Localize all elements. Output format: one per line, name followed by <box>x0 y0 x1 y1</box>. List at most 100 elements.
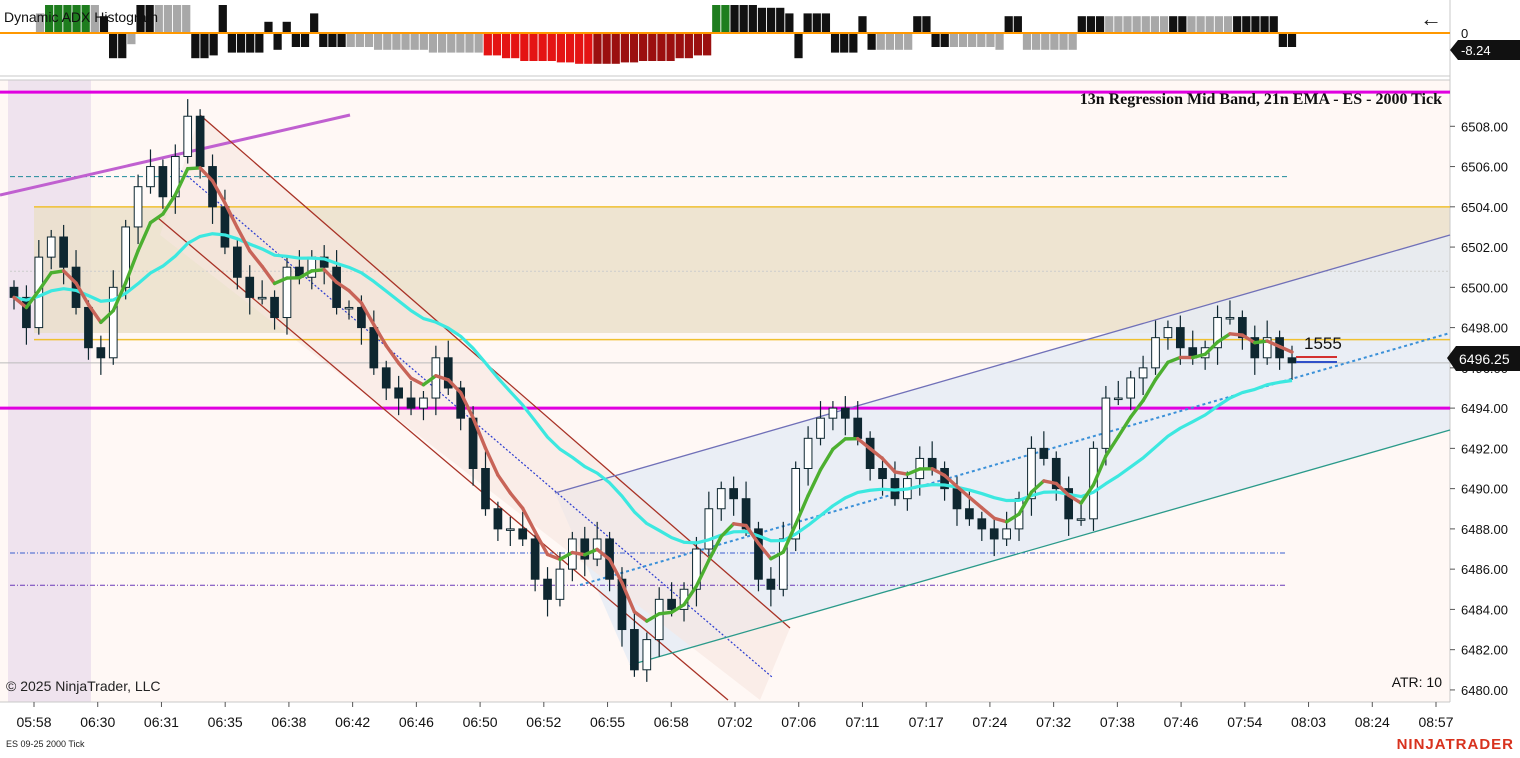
candle-body <box>407 398 415 408</box>
time-axis-label: 06:38 <box>271 714 306 730</box>
adx-histogram-bar <box>968 33 976 47</box>
candle-body <box>370 328 378 368</box>
candle-body <box>841 408 849 418</box>
adx-histogram-bar <box>840 33 848 53</box>
adx-histogram-bar <box>630 33 638 62</box>
adx-histogram-bar <box>484 33 492 55</box>
adx-value-label: -8.24 <box>1461 43 1491 58</box>
candle-body <box>134 187 142 227</box>
volume-label: 1555 <box>1304 334 1342 353</box>
regression-mid-segment <box>1255 341 1267 343</box>
adx-histogram-bar <box>913 16 921 33</box>
candle-body <box>1164 328 1172 338</box>
regression-mid-segment <box>51 271 63 273</box>
candle-body <box>333 267 341 307</box>
adx-histogram-bar <box>511 33 519 58</box>
price-axis-label: 6498.00 <box>1461 321 1508 336</box>
candle-body <box>506 529 514 531</box>
candle-body <box>717 489 725 509</box>
price-axis-label: 6508.00 <box>1461 119 1508 134</box>
adx-histogram-bar <box>1160 16 1168 33</box>
price-axis-label: 6492.00 <box>1461 441 1508 456</box>
adx-histogram-bar <box>283 22 291 33</box>
time-axis-label: 07:46 <box>1164 714 1199 730</box>
time-axis-label: 05:58 <box>16 714 51 730</box>
time-axis-label: 06:31 <box>144 714 179 730</box>
adx-histogram-bar <box>109 33 117 58</box>
adx-histogram-bar <box>1206 16 1214 33</box>
adx-histogram-bar <box>676 33 684 58</box>
adx-histogram-bar <box>813 13 821 33</box>
adx-histogram-bar <box>191 33 199 58</box>
candle-body <box>482 468 490 508</box>
candle-body <box>382 368 390 388</box>
adx-histogram-bar <box>411 33 419 50</box>
adx-histogram-bar <box>657 33 665 61</box>
candle-body <box>1040 448 1048 458</box>
adx-histogram-bar <box>1242 16 1250 33</box>
regression-mid-segment <box>734 524 746 526</box>
candle-body <box>966 509 974 519</box>
adx-histogram-bar <box>584 33 592 64</box>
candle-body <box>1077 519 1085 521</box>
adx-histogram-bar <box>401 33 409 50</box>
candle-body <box>1288 358 1296 363</box>
candle-body <box>258 297 266 299</box>
adx-histogram-bar <box>904 33 912 50</box>
adx-histogram-bar <box>328 33 336 47</box>
adx-histogram-bar <box>767 8 775 33</box>
price-axis-label: 6502.00 <box>1461 240 1508 255</box>
time-axis-label: 06:30 <box>80 714 115 730</box>
candle-body <box>866 438 874 468</box>
adx-histogram-bar <box>1178 16 1186 33</box>
time-axis-label: 08:03 <box>1291 714 1326 730</box>
adx-histogram-bar <box>1151 16 1159 33</box>
candle-body <box>47 237 55 257</box>
candle-body <box>221 207 229 247</box>
adx-histogram-bar <box>319 33 327 47</box>
candle-body <box>817 418 825 438</box>
candle-body <box>1114 398 1122 400</box>
adx-histogram-bar <box>721 5 729 33</box>
adx-histogram-bar <box>1123 16 1131 33</box>
ninjatrader-logo: NINJATRADER <box>1397 736 1514 753</box>
candle-body <box>85 307 93 347</box>
time-axis-label: 06:42 <box>335 714 370 730</box>
candle-body <box>184 116 192 156</box>
adx-histogram-bar <box>539 33 547 61</box>
copyright-text: © 2025 NinjaTrader, LLC <box>6 678 161 694</box>
back-arrow-icon[interactable]: ← <box>1418 6 1444 32</box>
adx-histogram-bar <box>858 16 866 33</box>
adx-histogram-bar <box>356 33 364 47</box>
adx-histogram-bar <box>520 33 528 61</box>
candle-body <box>196 116 204 166</box>
adx-histogram-bar <box>1142 16 1150 33</box>
adx-histogram-bar <box>502 33 510 58</box>
price-panel-title: 13n Regression Mid Band, 21n EMA - ES - … <box>1080 91 1442 108</box>
adx-histogram-bar <box>365 33 373 47</box>
candle-body <box>655 599 663 639</box>
adx-histogram-bar <box>118 33 126 58</box>
adx-histogram-bar <box>164 5 172 33</box>
adx-histogram-bar <box>831 33 839 53</box>
candle-body <box>730 489 738 499</box>
chart-canvas[interactable]: 6480.006482.006484.006486.006488.006490.… <box>0 0 1520 753</box>
adx-histogram-bar <box>447 33 455 53</box>
regression-mid-segment <box>1230 334 1242 335</box>
candle-body <box>990 529 998 539</box>
adx-histogram-bar <box>758 8 766 33</box>
adx-histogram-bar <box>374 33 382 50</box>
adx-histogram-bar <box>1050 33 1058 50</box>
adx-histogram-bar <box>1069 33 1077 50</box>
adx-histogram-bar <box>200 33 208 58</box>
adx-histogram-bar <box>639 33 647 61</box>
price-axis-label: 6504.00 <box>1461 200 1508 215</box>
price-axis-label: 6506.00 <box>1461 160 1508 175</box>
adx-histogram-bar <box>273 33 281 50</box>
adx-histogram-bar <box>429 33 437 53</box>
candle-body <box>1152 338 1160 368</box>
adx-value-marker: -8.24 <box>1450 40 1520 60</box>
price-axis-label: 6482.00 <box>1461 643 1508 658</box>
time-axis-label: 06:52 <box>526 714 561 730</box>
instrument-label: ES 09-25 2000 Tick <box>6 739 85 749</box>
